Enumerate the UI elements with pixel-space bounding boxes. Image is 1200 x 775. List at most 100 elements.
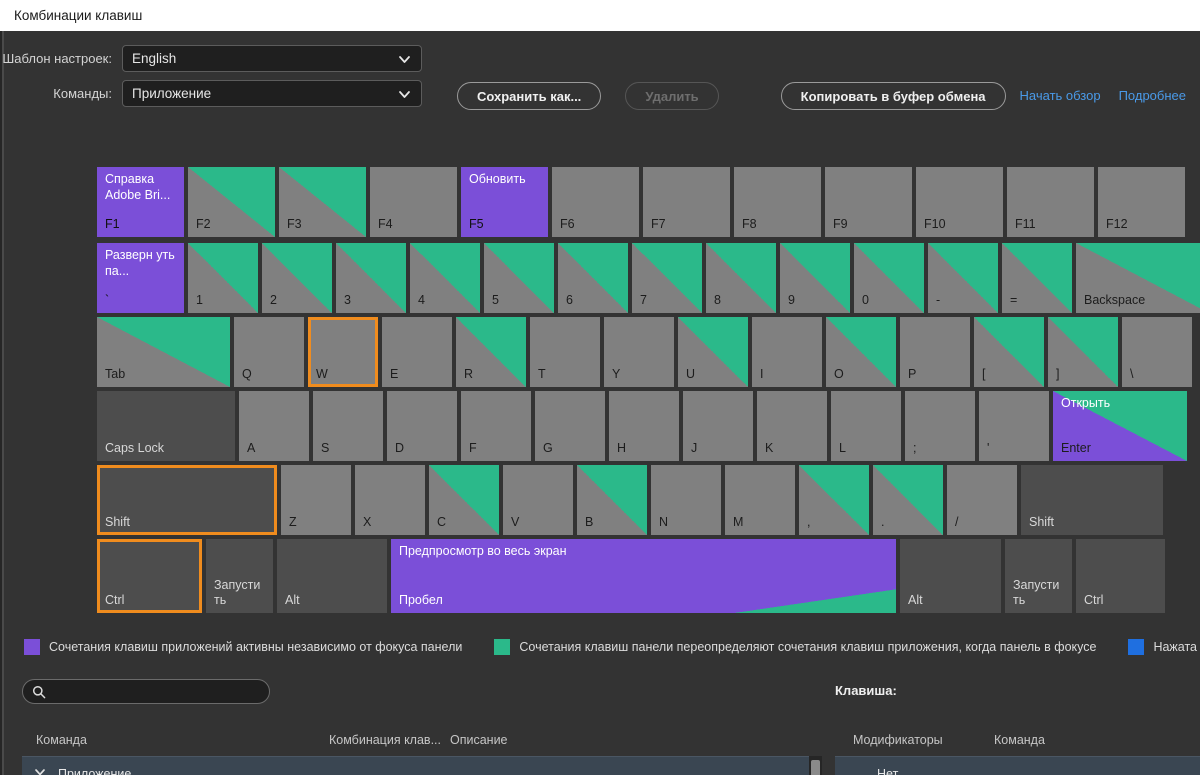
key-enter[interactable]: Открыть Enter — [1053, 391, 1187, 461]
list-item[interactable]: Приложение — [22, 756, 822, 775]
key-c[interactable]: C — [429, 465, 499, 535]
key-f1[interactable]: Справка Adobe Bri... F1 — [97, 167, 184, 237]
key-[[interactable]: [ — [974, 317, 1044, 387]
key-пробел[interactable]: Предпросмотр во весь экран Пробел — [391, 539, 896, 613]
key-f[interactable]: F — [461, 391, 531, 461]
key-8[interactable]: 8 — [706, 243, 776, 313]
key-5[interactable]: 5 — [484, 243, 554, 313]
key-shift[interactable]: Shift — [1021, 465, 1163, 535]
key-запусти-ть[interactable]: Запусти ть — [206, 539, 273, 613]
search-input[interactable] — [52, 683, 247, 700]
key-][interactable]: ] — [1048, 317, 1118, 387]
key-f4[interactable]: F4 — [370, 167, 457, 237]
key-v[interactable]: V — [503, 465, 573, 535]
key-o[interactable]: O — [826, 317, 896, 387]
key-alt[interactable]: Alt — [900, 539, 1001, 613]
key-t[interactable]: T — [530, 317, 600, 387]
key-caps-lock[interactable]: Caps Lock — [97, 391, 235, 461]
key-section-label: Клавиша: — [835, 683, 897, 698]
key-a[interactable]: A — [239, 391, 309, 461]
key-shift[interactable]: Shift — [97, 465, 277, 535]
key-ctrl[interactable]: Ctrl — [1076, 539, 1165, 613]
key-6[interactable]: 6 — [558, 243, 628, 313]
key-f9[interactable]: F9 — [825, 167, 912, 237]
key-cap-label: Запусти ть — [1013, 578, 1060, 607]
key-m[interactable]: M — [725, 465, 795, 535]
key-cap-label: . — [881, 514, 885, 529]
key-f10[interactable]: F10 — [916, 167, 1003, 237]
key-command-label: Разверн уть па... — [105, 248, 175, 278]
key-f3[interactable]: F3 — [279, 167, 366, 237]
key-n[interactable]: N — [651, 465, 721, 535]
commands-select[interactable]: Приложение — [122, 80, 422, 107]
key-w[interactable]: W — [308, 317, 378, 387]
key-9[interactable]: 9 — [780, 243, 850, 313]
key-u[interactable]: U — [678, 317, 748, 387]
key-7[interactable]: 7 — [632, 243, 702, 313]
list-scrollbar[interactable] — [809, 756, 822, 775]
chevron-down-icon[interactable] — [34, 766, 46, 775]
key-cap-label: / — [955, 514, 959, 529]
key-2[interactable]: 2 — [262, 243, 332, 313]
key-g[interactable]: G — [535, 391, 605, 461]
key-i[interactable]: I — [752, 317, 822, 387]
key-cap-label: Caps Lock — [105, 440, 165, 455]
key-0[interactable]: 0 — [854, 243, 924, 313]
start-tour-link[interactable]: Начать обзор — [1020, 88, 1101, 103]
keyboard-row: Shift Z X C V B N M,. / Shift — [97, 465, 1192, 535]
key-'[interactable]: ' — [979, 391, 1049, 461]
key-cap-label: 0 — [862, 292, 869, 307]
key--[interactable]: - — [928, 243, 998, 313]
key-/[interactable]: / — [947, 465, 1017, 535]
key-4[interactable]: 4 — [410, 243, 480, 313]
key-r[interactable]: R — [456, 317, 526, 387]
key-.[interactable]: . — [873, 465, 943, 535]
key-3[interactable]: 3 — [336, 243, 406, 313]
commands-list[interactable]: Приложение — [22, 756, 822, 775]
key-k[interactable]: K — [757, 391, 827, 461]
key-`[interactable]: Разверн уть па... ` — [97, 243, 184, 313]
delete-button[interactable]: Удалить — [625, 82, 719, 110]
key-alt[interactable]: Alt — [277, 539, 387, 613]
key-запусти-ть[interactable]: Запусти ть — [1005, 539, 1072, 613]
learn-more-link[interactable]: Подробнее — [1119, 88, 1186, 103]
key-tab[interactable]: Tab — [97, 317, 230, 387]
key-ctrl[interactable]: Ctrl — [97, 539, 202, 613]
key-f11[interactable]: F11 — [1007, 167, 1094, 237]
scrollbar-thumb[interactable] — [811, 760, 820, 775]
key-f5[interactable]: Обновить F5 — [461, 167, 548, 237]
key-1[interactable]: 1 — [188, 243, 258, 313]
key-f7[interactable]: F7 — [643, 167, 730, 237]
key-f2[interactable]: F2 — [188, 167, 275, 237]
key-\[interactable]: \ — [1122, 317, 1192, 387]
key-d[interactable]: D — [387, 391, 457, 461]
modifiers-list[interactable]: Нет — [835, 756, 1200, 775]
key-l[interactable]: L — [831, 391, 901, 461]
key-h[interactable]: H — [609, 391, 679, 461]
key-e[interactable]: E — [382, 317, 452, 387]
shortcuts-dialog: Шаблон настроек: English Команды: Прилож… — [0, 31, 1200, 775]
key-f12[interactable]: F12 — [1098, 167, 1185, 237]
key-b[interactable]: B — [577, 465, 647, 535]
key-cap-label: Ctrl — [1084, 592, 1104, 607]
key-j[interactable]: J — [683, 391, 753, 461]
key-cap-label: F6 — [560, 216, 575, 231]
list-item-label: Нет — [877, 766, 899, 775]
list-item[interactable]: Нет — [835, 756, 1200, 775]
key-;[interactable]: ; — [905, 391, 975, 461]
key-backspace[interactable]: Backspace — [1076, 243, 1200, 313]
key-y[interactable]: Y — [604, 317, 674, 387]
key-,[interactable]: , — [799, 465, 869, 535]
key-f8[interactable]: F8 — [734, 167, 821, 237]
key-=[interactable]: = — [1002, 243, 1072, 313]
key-x[interactable]: X — [355, 465, 425, 535]
key-q[interactable]: Q — [234, 317, 304, 387]
key-z[interactable]: Z — [281, 465, 351, 535]
preset-select[interactable]: English — [122, 45, 422, 72]
key-f6[interactable]: F6 — [552, 167, 639, 237]
copy-to-clipboard-button[interactable]: Копировать в буфер обмена — [780, 82, 1006, 110]
save-as-button[interactable]: Сохранить как... — [457, 82, 602, 110]
key-p[interactable]: P — [900, 317, 970, 387]
key-s[interactable]: S — [313, 391, 383, 461]
search-field[interactable] — [22, 679, 270, 704]
